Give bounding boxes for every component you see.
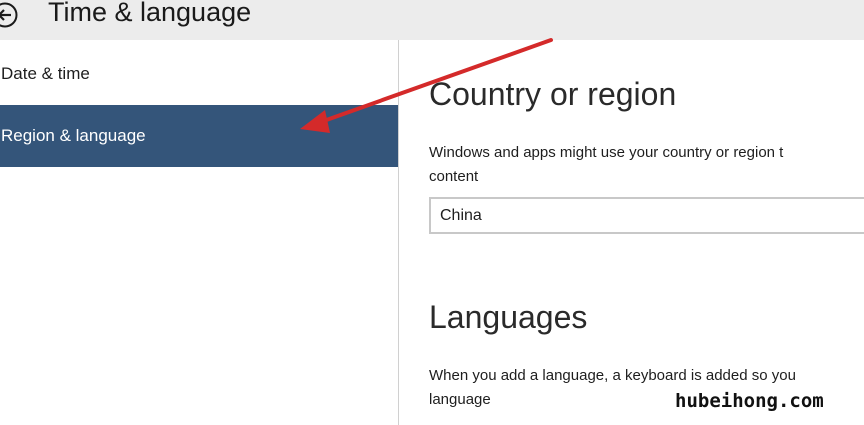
country-region-select[interactable]: China — [429, 197, 864, 234]
country-region-description: Windows and apps might use your country … — [429, 141, 864, 189]
main-content: Country or region Windows and apps might… — [399, 40, 864, 425]
title-bar: Time & language — [0, 0, 864, 40]
page-title: Time & language — [48, 0, 252, 27]
country-region-heading: Country or region — [429, 76, 677, 112]
back-button[interactable] — [0, 0, 22, 30]
sidebar: Date & time Region & language — [0, 40, 398, 425]
watermark-text: hubeihong.com — [675, 390, 824, 412]
sidebar-item-label: Date & time — [1, 64, 90, 83]
languages-heading: Languages — [429, 299, 588, 335]
sidebar-item-label: Region & language — [1, 126, 146, 145]
description-line: Windows and apps might use your country … — [429, 144, 784, 161]
sidebar-item-date-time[interactable]: Date & time — [0, 46, 398, 102]
description-line: content — [429, 168, 479, 185]
description-line: When you add a language, a keyboard is a… — [429, 367, 796, 384]
back-arrow-circle-icon — [0, 2, 18, 28]
sidebar-item-region-language[interactable]: Region & language — [0, 105, 398, 167]
select-value: China — [440, 206, 482, 224]
